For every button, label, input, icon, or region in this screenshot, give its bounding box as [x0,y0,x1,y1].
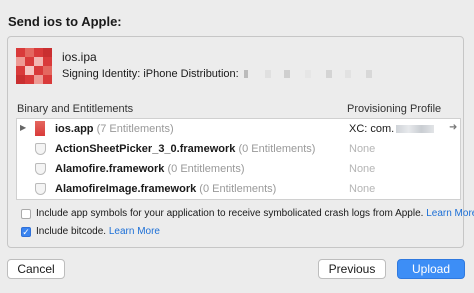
framework-shield-icon [35,143,46,155]
table-row[interactable]: ActionSheetPicker_3_0.framework (0 Entit… [17,139,460,159]
reveal-arrow-icon[interactable]: ➜ [449,122,457,133]
include-symbols-option: Include app symbols for your application… [36,208,474,219]
redacted-block [264,70,271,79]
include-bitcode-label: Include bitcode. [36,226,107,237]
include-symbols-checkbox[interactable] [21,209,31,219]
entitlements-count: (7 Entitlements) [96,123,174,135]
archive-name: ios.ipa [62,50,97,64]
profile-column-header: Provisioning Profile [347,103,442,115]
symbols-learn-more-link[interactable]: Learn More [426,208,474,219]
redacted-block [345,70,352,79]
entitlements-count: (0 Entitlements) [167,163,245,175]
entitlements-count: (0 Entitlements) [238,143,316,155]
redacted-block [366,70,373,79]
signing-identity-label: Signing Identity: iPhone Distribution: [62,68,239,80]
table-row[interactable]: AlamofireImage.framework (0 Entitlements… [17,179,460,199]
binary-name: ios.app (7 Entitlements) [55,123,174,135]
table-row[interactable]: ▶ ios.app (7 Entitlements) XC: com. ➜ [17,119,460,139]
provisioning-profile[interactable]: XC: com. [349,123,435,135]
redacted-block [326,70,333,79]
include-bitcode-option: Include bitcode. Learn More [36,226,160,237]
include-bitcode-checkbox[interactable]: ✓ [21,227,31,237]
previous-button[interactable]: Previous [318,259,386,279]
upload-button[interactable]: Upload [397,259,465,279]
redacted-block [304,70,311,79]
table-row[interactable]: Alamofire.framework (0 Entitlements) Non… [17,159,460,179]
redacted-block [243,70,248,79]
entitlements-count: (0 Entitlements) [199,183,277,195]
app-icon-small [35,121,45,136]
app-icon [16,48,52,84]
binary-column-header: Binary and Entitlements [17,103,134,115]
cancel-button[interactable]: Cancel [7,259,65,279]
redacted-block [396,125,435,134]
provisioning-profile: None [349,143,376,155]
provisioning-profile: None [349,163,376,175]
bitcode-learn-more-link[interactable]: Learn More [109,226,160,237]
binary-name: Alamofire.framework (0 Entitlements) [55,163,245,175]
framework-shield-icon [35,163,46,175]
include-symbols-label: Include app symbols for your application… [36,208,424,219]
redacted-block [283,70,290,79]
dialog-title: Send ios to Apple: [8,14,122,29]
archive-panel: ios.ipa Signing Identity: iPhone Distrib… [7,36,474,248]
framework-shield-icon [35,183,46,195]
binary-name: ActionSheetPicker_3_0.framework (0 Entit… [55,143,316,155]
signing-identity: Signing Identity: iPhone Distribution: [62,68,373,80]
binary-name: AlamofireImage.framework (0 Entitlements… [55,183,277,195]
provisioning-profile: None [349,183,376,195]
binary-table[interactable]: ▶ ios.app (7 Entitlements) XC: com. ➜ Ac… [16,118,461,200]
disclosure-triangle-icon[interactable]: ▶ [20,123,26,132]
